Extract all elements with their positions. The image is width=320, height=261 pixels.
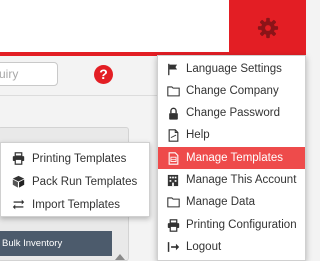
menu-item-help[interactable]: Help	[158, 124, 305, 146]
menu-item-label: Language Settings	[186, 63, 282, 75]
menu-item-printing-configuration[interactable]: Printing Configuration	[158, 214, 305, 236]
menu-item-label: Manage Templates	[186, 152, 283, 164]
caret-up-icon	[115, 254, 125, 260]
menu-item-manage-templates[interactable]: Manage Templates	[158, 147, 305, 169]
menu-item-label: Logout	[186, 241, 222, 253]
printer-icon	[11, 151, 26, 166]
settings-button[interactable]	[229, 0, 306, 55]
menu-item-change-password[interactable]: Change Password	[158, 102, 305, 124]
templates-submenu: Printing Templates Pack Run Templates Im…	[0, 142, 150, 217]
building-icon	[166, 173, 180, 187]
menu-item-label: Manage This Account	[186, 174, 297, 186]
menu-item-manage-data[interactable]: Manage Data	[158, 191, 305, 213]
bulk-inventory-tab[interactable]: Bulk Inventory	[0, 231, 112, 256]
submenu-item-label: Pack Run Templates	[32, 175, 138, 188]
folder-icon	[166, 195, 180, 209]
menu-item-label: Printing Configuration	[186, 219, 297, 231]
search-input[interactable]	[0, 62, 58, 86]
help-button[interactable]: ?	[94, 65, 113, 84]
menu-item-logout[interactable]: Logout	[158, 236, 305, 258]
submenu-item-pack-run-templates[interactable]: Pack Run Templates	[1, 170, 149, 193]
menu-item-label: Help	[186, 129, 210, 141]
submenu-item-import-templates[interactable]: Import Templates	[1, 193, 149, 216]
exchange-icon	[11, 197, 26, 212]
logout-icon	[166, 240, 180, 254]
submenu-item-label: Printing Templates	[32, 152, 127, 165]
submenu-item-label: Import Templates	[32, 198, 120, 211]
menu-item-manage-this-account[interactable]: Manage This Account	[158, 169, 305, 191]
folder-icon	[166, 84, 180, 98]
document-icon	[166, 128, 180, 142]
flag-icon	[166, 62, 180, 76]
menu-item-label: Change Company	[186, 85, 279, 97]
submenu-item-printing-templates[interactable]: Printing Templates	[1, 147, 149, 170]
settings-dropdown-menu: Language Settings Change Company Change …	[157, 55, 306, 261]
template-icon	[166, 151, 180, 165]
cube-icon	[11, 174, 26, 189]
lock-icon	[166, 106, 180, 120]
menu-item-language-settings[interactable]: Language Settings	[158, 58, 305, 80]
gear-icon	[257, 17, 278, 38]
menu-item-change-company[interactable]: Change Company	[158, 80, 305, 102]
menu-item-label: Change Password	[186, 107, 280, 119]
menu-item-label: Manage Data	[186, 196, 256, 208]
printer-icon	[166, 218, 180, 232]
